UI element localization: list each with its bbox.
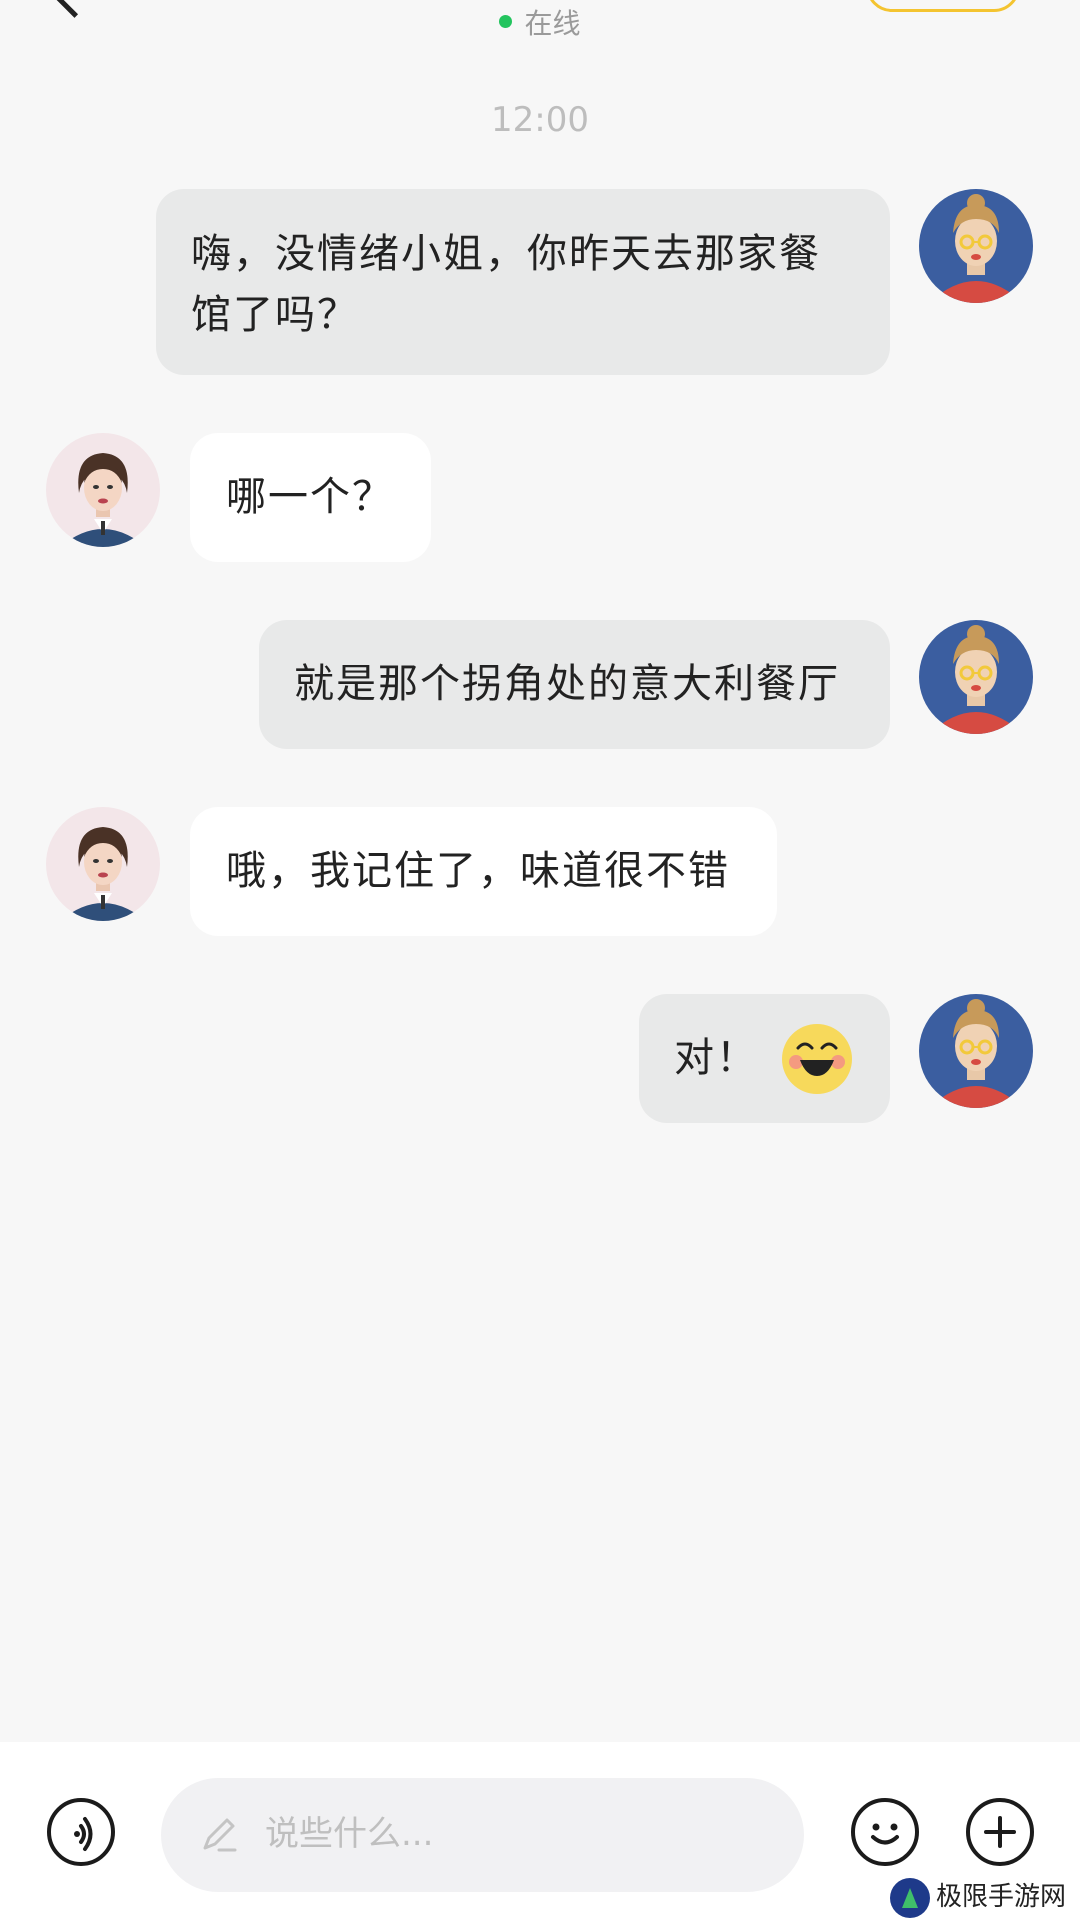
watermark-logo-icon <box>890 1878 930 1918</box>
message-bubble-outgoing[interactable]: 对！ <box>639 994 890 1123</box>
self-avatar-illustration <box>919 994 1033 1108</box>
add-button[interactable] <box>966 1798 1034 1866</box>
message-text: 对！ <box>674 1035 758 1081</box>
avatar-self[interactable] <box>919 620 1033 734</box>
message-bubble-outgoing[interactable]: 就是那个拐角处的意大利餐厅 <box>259 620 890 749</box>
watermark: 极限手游网 <box>890 1876 1066 1918</box>
message-bubble-outgoing[interactable]: 嗨，没情绪小姐，你昨天去那家餐馆了吗？ <box>156 189 890 375</box>
plus-icon <box>984 1816 1016 1848</box>
input-placeholder: 说些什么... <box>265 1814 434 1854</box>
online-dot-icon <box>499 15 513 28</box>
avatar-self[interactable] <box>919 994 1033 1108</box>
message-bubble-incoming[interactable]: 哦，我记住了，味道很不错 <box>190 807 777 936</box>
avatar-self[interactable] <box>919 189 1033 303</box>
message-timestamp: 12:00 <box>491 100 589 140</box>
pencil-icon <box>203 1818 237 1852</box>
voice-icon <box>74 1817 93 1851</box>
follow-button[interactable] <box>866 0 1020 12</box>
message-text: 嗨，没情绪小姐，你昨天去那家餐馆了吗？ <box>191 231 821 338</box>
laughing-face-emoji-icon <box>782 1024 852 1094</box>
message-bubble-incoming[interactable]: 哪一个？ <box>190 433 431 562</box>
message-text: 就是那个拐角处的意大利餐厅 <box>294 661 840 707</box>
avatar-contact[interactable] <box>46 433 160 547</box>
message-text: 哪一个？ <box>226 474 394 520</box>
self-avatar-illustration <box>919 620 1033 734</box>
voice-button[interactable] <box>47 1798 115 1866</box>
message-text: 哦，我记住了，味道很不错 <box>226 848 730 894</box>
contact-avatar-illustration <box>46 433 160 547</box>
avatar-contact[interactable] <box>46 807 160 921</box>
contact-avatar-illustration <box>46 807 160 921</box>
self-avatar-illustration <box>919 189 1033 303</box>
emoji-button[interactable] <box>851 1798 919 1866</box>
message-input[interactable]: 说些什么... <box>161 1778 804 1892</box>
smile-icon <box>871 1823 899 1845</box>
